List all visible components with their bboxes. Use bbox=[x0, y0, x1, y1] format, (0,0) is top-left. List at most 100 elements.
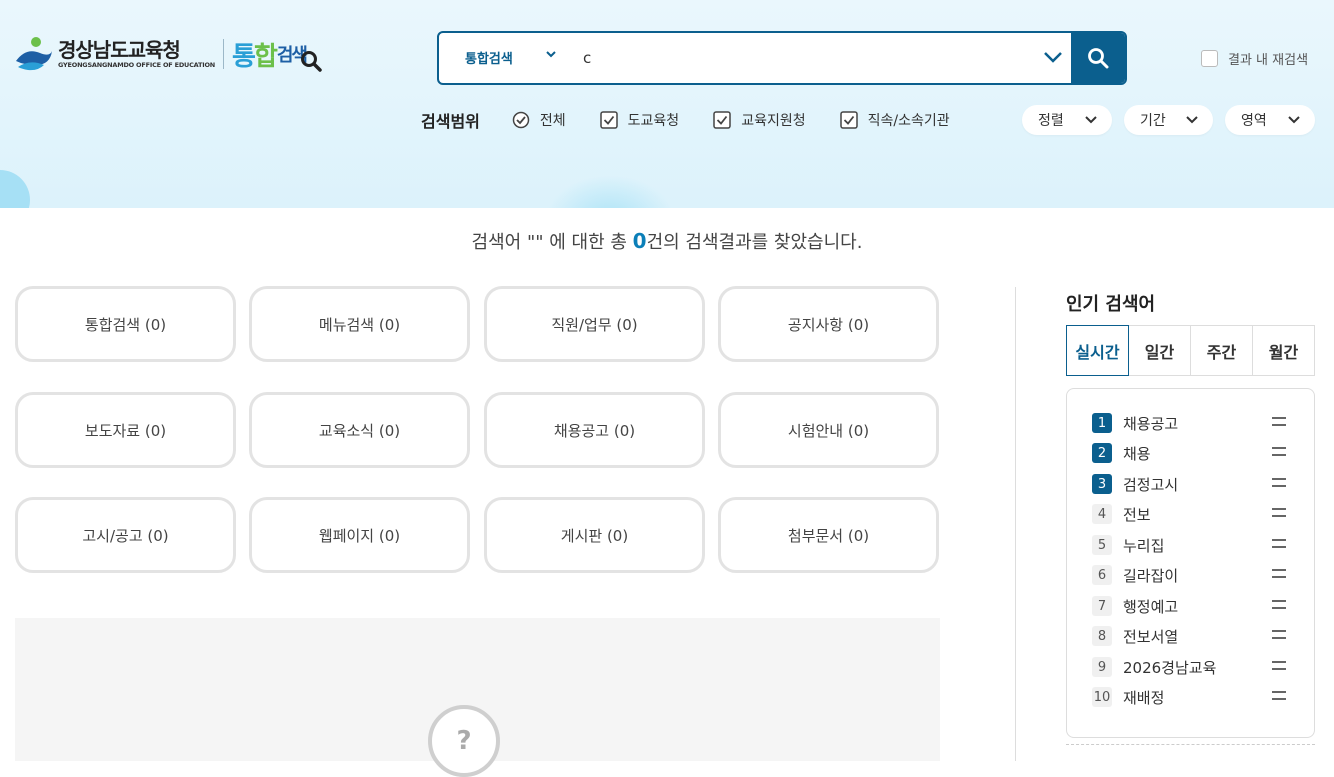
rank-badge: 7 bbox=[1092, 596, 1112, 616]
category-attachment[interactable]: 첨부문서 (0) bbox=[718, 497, 939, 573]
sort-dropdown[interactable]: 정렬 bbox=[1022, 105, 1112, 135]
area-label: 영역 bbox=[1241, 113, 1267, 129]
equal-icon bbox=[1272, 478, 1286, 487]
popular-term: 재배정 bbox=[1123, 688, 1165, 707]
tab-weekly[interactable]: 주간 bbox=[1190, 325, 1253, 376]
empty-result-panel: ? bbox=[15, 618, 940, 777]
search-icon bbox=[1088, 48, 1109, 69]
range-option-label: 직속/소속기관 bbox=[867, 113, 950, 129]
search-box: 통합검색 bbox=[437, 31, 1127, 85]
search-range: 검색범위 전체 도교육청 교육지원청 직속/소속기관 bbox=[421, 108, 984, 132]
tab-daily[interactable]: 일간 bbox=[1128, 325, 1191, 376]
search-input[interactable] bbox=[583, 44, 1033, 72]
area-dropdown[interactable]: 영역 bbox=[1225, 105, 1315, 135]
checkbox-checked-icon bbox=[713, 111, 731, 129]
checkbox-icon[interactable] bbox=[1201, 50, 1218, 67]
equal-icon bbox=[1272, 661, 1286, 670]
question-icon: ? bbox=[428, 705, 500, 777]
category-recruit[interactable]: 채용공고 (0) bbox=[484, 392, 705, 468]
popular-term: 검정고시 bbox=[1123, 475, 1179, 494]
equal-icon bbox=[1272, 508, 1286, 517]
popular-item[interactable]: 4 전보 bbox=[1092, 504, 1292, 524]
tab-realtime[interactable]: 실시간 bbox=[1066, 325, 1129, 376]
popular-item[interactable]: 6 길라잡이 bbox=[1092, 565, 1292, 585]
service-brand: 통 합 검색 bbox=[232, 36, 322, 73]
category-exam[interactable]: 시험안내 (0) bbox=[718, 392, 939, 468]
rank-badge: 10 bbox=[1092, 687, 1112, 707]
popular-item[interactable]: 3 검정고시 bbox=[1092, 474, 1292, 494]
popular-term: 전보 bbox=[1123, 505, 1151, 524]
rank-badge: 5 bbox=[1092, 535, 1112, 555]
popular-term: 길라잡이 bbox=[1123, 566, 1179, 585]
decorative-blob bbox=[545, 175, 675, 208]
period-dropdown[interactable]: 기간 bbox=[1124, 105, 1213, 135]
rank-badge: 6 bbox=[1092, 565, 1112, 585]
popular-item[interactable]: 7 행정예고 bbox=[1092, 596, 1292, 616]
range-label: 검색범위 bbox=[421, 112, 480, 131]
chevron-down-icon[interactable] bbox=[545, 49, 557, 59]
chevron-down-icon bbox=[1085, 116, 1097, 124]
category-menu[interactable]: 메뉴검색 (0) bbox=[249, 286, 470, 362]
popular-item[interactable]: 8 전보서열 bbox=[1092, 626, 1292, 646]
popular-item[interactable]: 10 재배정 bbox=[1092, 687, 1292, 707]
org-name-ko: 경상남도교육청 bbox=[58, 37, 181, 62]
site-logo[interactable]: 경상남도교육청 GYEONGSANGNAMDO OFFICE OF EDUCAT… bbox=[14, 34, 322, 74]
checkbox-checked-icon bbox=[599, 111, 618, 129]
popular-item[interactable]: 1 채용공고 bbox=[1092, 413, 1292, 433]
popular-item[interactable]: 5 누리집 bbox=[1092, 535, 1292, 555]
org-name-en: GYEONGSANGNAMDO OFFICE OF EDUCATION bbox=[58, 60, 216, 69]
checkbox-checked-icon bbox=[839, 111, 858, 129]
tab-monthly[interactable]: 월간 bbox=[1252, 325, 1315, 376]
equal-icon bbox=[1272, 600, 1286, 609]
research-checkbox[interactable]: 결과 내 재검색 bbox=[1201, 49, 1308, 68]
category-press[interactable]: 보도자료 (0) bbox=[15, 392, 236, 468]
range-option-all[interactable]: 전체 bbox=[512, 110, 566, 130]
equal-icon bbox=[1272, 569, 1286, 578]
result-summary: 검색어 "" 에 대한 총 0건의 검색결과를 찾았습니다. bbox=[0, 228, 1334, 254]
sidebar-divider bbox=[1015, 287, 1016, 761]
rank-badge: 9 bbox=[1092, 657, 1112, 677]
popular-term: 누리집 bbox=[1123, 536, 1165, 555]
popular-item[interactable]: 2 채용 bbox=[1092, 443, 1292, 463]
emblem-icon bbox=[14, 35, 54, 73]
category-webpage[interactable]: 웹페이지 (0) bbox=[249, 497, 470, 573]
check-circle-icon bbox=[512, 111, 530, 129]
rank-badge: 1 bbox=[1092, 413, 1112, 433]
magnifier-icon bbox=[300, 51, 322, 72]
range-option-label: 교육지원청 bbox=[741, 113, 806, 129]
category-news[interactable]: 교육소식 (0) bbox=[249, 392, 470, 468]
popular-term: 2026경남교육 bbox=[1123, 658, 1217, 677]
range-option-label: 도교육청 bbox=[627, 113, 680, 129]
sort-label: 정렬 bbox=[1038, 113, 1064, 129]
category-integrated[interactable]: 통합검색 (0) bbox=[15, 286, 236, 362]
rank-badge: 2 bbox=[1092, 443, 1112, 463]
popular-footer-divider bbox=[1066, 744, 1315, 745]
category-notice[interactable]: 공지사항 (0) bbox=[718, 286, 939, 362]
brand-char-2: 합 bbox=[253, 41, 278, 72]
period-label: 기간 bbox=[1140, 113, 1166, 129]
category-announcement[interactable]: 고시/공고 (0) bbox=[15, 497, 236, 573]
decorative-corner bbox=[0, 170, 30, 208]
range-option-affiliated[interactable]: 직속/소속기관 bbox=[839, 110, 950, 130]
equal-icon bbox=[1272, 539, 1286, 548]
rank-badge: 3 bbox=[1092, 474, 1112, 494]
autocomplete-toggle-icon[interactable] bbox=[1043, 50, 1063, 64]
category-board[interactable]: 게시판 (0) bbox=[484, 497, 705, 573]
search-scope-select[interactable]: 통합검색 bbox=[465, 48, 513, 67]
popular-tabs: 실시간 일간 주간 월간 bbox=[1066, 325, 1315, 376]
range-option-office[interactable]: 도교육청 bbox=[599, 110, 680, 130]
research-label: 결과 내 재검색 bbox=[1228, 53, 1309, 68]
equal-icon bbox=[1272, 417, 1286, 426]
result-count: 0 bbox=[632, 229, 647, 253]
category-staff[interactable]: 직원/업무 (0) bbox=[484, 286, 705, 362]
popular-item[interactable]: 9 2026경남교육 bbox=[1092, 657, 1292, 677]
equal-icon bbox=[1272, 691, 1286, 700]
popular-list: 1 채용공고 2 채용 3 검정고시 4 전보 5 누리집 6 길라잡이 7 행정예고 8 전보… bbox=[1066, 388, 1315, 738]
range-option-support[interactable]: 교육지원청 bbox=[713, 110, 806, 130]
equal-icon bbox=[1272, 630, 1286, 639]
search-button[interactable] bbox=[1071, 33, 1125, 83]
popular-title: 인기 검색어 bbox=[1066, 294, 1156, 315]
brand-char-1: 통 bbox=[232, 41, 256, 72]
popular-term: 채용공고 bbox=[1123, 414, 1179, 433]
summary-prefix: 검색어 "" 에 대한 총 bbox=[471, 232, 633, 253]
